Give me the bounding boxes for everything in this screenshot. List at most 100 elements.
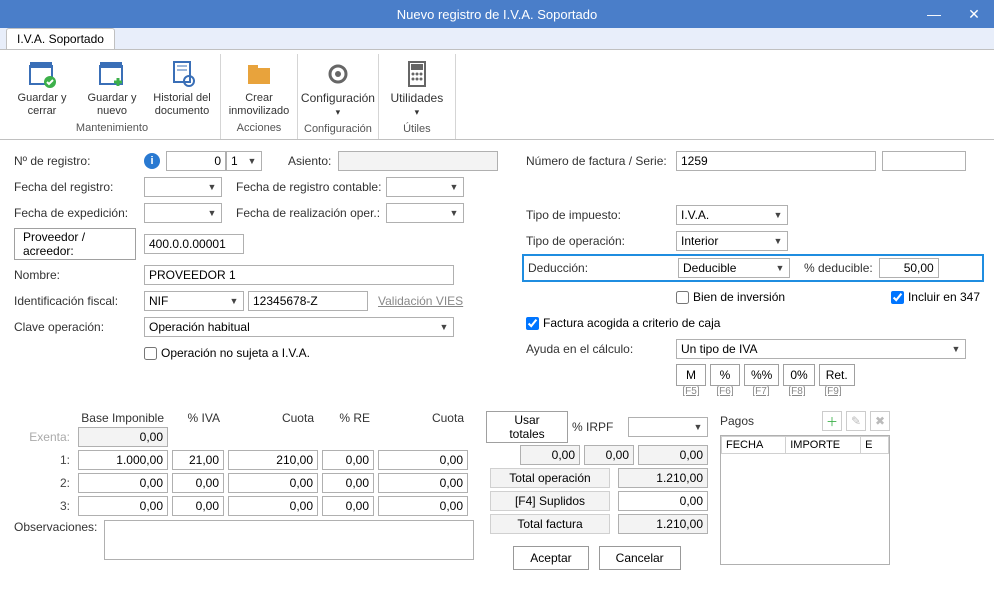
- observ-label: Observaciones:: [14, 520, 104, 534]
- document-history-icon: [166, 58, 198, 90]
- asiento-input: [338, 151, 498, 171]
- pagos-table[interactable]: FECHA IMPORTE E: [721, 436, 889, 454]
- cancelar-button[interactable]: Cancelar: [599, 546, 681, 570]
- r3-base[interactable]: [78, 496, 168, 516]
- r2-base[interactable]: [78, 473, 168, 493]
- head-cuota1: Cuota: [228, 411, 318, 425]
- aceptar-button[interactable]: Aceptar: [513, 546, 588, 570]
- info-icon[interactable]: i: [144, 153, 160, 169]
- r1-cuota2[interactable]: [378, 450, 468, 470]
- irpf-a: [520, 445, 580, 465]
- ayudacalc-combo[interactable]: Un tipo de IVA▼: [676, 339, 966, 359]
- tipoop-combo[interactable]: Interior▼: [676, 231, 788, 251]
- hint-f7: [F7]: [744, 386, 778, 397]
- save-new-button[interactable]: Guardar y nuevo: [80, 56, 144, 120]
- tipoop-label: Tipo de operación:: [526, 234, 676, 248]
- numfact-input[interactable]: [676, 151, 876, 171]
- r2-re[interactable]: [322, 473, 374, 493]
- save-close-button[interactable]: Guardar y cerrar: [10, 56, 74, 120]
- calc-m-button[interactable]: M: [676, 364, 706, 386]
- proveedor-input[interactable]: [144, 234, 244, 254]
- tab-row: I.V.A. Soportado: [0, 28, 994, 50]
- claveop-combo[interactable]: Operación habitual▼: [144, 317, 454, 337]
- r2-cuota2[interactable]: [378, 473, 468, 493]
- claveop-label: Clave operación:: [14, 320, 144, 334]
- head-iva: % IVA: [172, 411, 224, 425]
- critcaja-checkbox[interactable]: Factura acogida a criterio de caja: [526, 316, 720, 330]
- regnum-b-combo[interactable]: 1▼: [226, 151, 262, 171]
- row2-label: 2:: [14, 476, 74, 490]
- calc-zero-button[interactable]: 0%: [783, 364, 814, 386]
- calc-pctpct-button[interactable]: %%: [744, 364, 779, 386]
- r1-re[interactable]: [322, 450, 374, 470]
- r2-iva[interactable]: [172, 473, 224, 493]
- regnum-a-input[interactable]: [166, 151, 226, 171]
- nombre-label: Nombre:: [14, 268, 144, 282]
- tab-iva-soportado[interactable]: I.V.A. Soportado: [6, 28, 115, 49]
- r2-cuota1[interactable]: [228, 473, 318, 493]
- group-config-label: Configuración: [304, 121, 372, 137]
- usar-totales-button[interactable]: Usar totales: [486, 411, 568, 443]
- r1-iva[interactable]: [172, 450, 224, 470]
- totalop-value: [618, 468, 708, 488]
- r3-cuota1[interactable]: [228, 496, 318, 516]
- create-fixed-asset-button[interactable]: Crear inmovilizado: [227, 56, 291, 120]
- r3-re[interactable]: [322, 496, 374, 516]
- r3-cuota2[interactable]: [378, 496, 468, 516]
- deduccion-combo[interactable]: Deducible▼: [678, 258, 790, 278]
- calc-pct-button[interactable]: %: [710, 364, 740, 386]
- bieninv-checkbox[interactable]: Bien de inversión: [676, 290, 785, 304]
- head-base: Base Imponible: [78, 411, 168, 425]
- config-button[interactable]: Configuración▾: [306, 56, 370, 121]
- head-irpf: % IRPF: [572, 420, 624, 434]
- minimize-button[interactable]: —: [914, 0, 954, 28]
- group-maintenance-label: Mantenimiento: [10, 120, 214, 136]
- proveedor-button[interactable]: Proveedor / acreedor:: [14, 228, 136, 260]
- tipoimp-combo[interactable]: I.V.A.▼: [676, 205, 788, 225]
- titlebar: Nuevo registro de I.V.A. Soportado — ✕: [0, 0, 994, 28]
- utilities-button[interactable]: Utilidades▾: [385, 56, 449, 121]
- r1-cuota1[interactable]: [228, 450, 318, 470]
- incl347-checkbox[interactable]: Incluir en 347: [891, 290, 980, 304]
- r1-base[interactable]: [78, 450, 168, 470]
- idfiscal-type-combo[interactable]: NIF▼: [144, 291, 244, 311]
- pctded-input[interactable]: [879, 258, 939, 278]
- totalfact-label: Total factura: [490, 514, 610, 534]
- window-title: Nuevo registro de I.V.A. Soportado: [397, 7, 597, 22]
- vies-link[interactable]: Validación VIES: [378, 294, 463, 308]
- close-button[interactable]: ✕: [954, 0, 994, 28]
- fecha-reg-input[interactable]: ▼: [144, 177, 222, 197]
- pagos-delete-icon[interactable]: ✖: [870, 411, 890, 431]
- pagos-edit-icon[interactable]: ✎: [846, 411, 866, 431]
- fecha-reg-label: Fecha del registro:: [14, 180, 144, 194]
- row-exenta-label: Exenta:: [14, 430, 74, 444]
- save-new-icon: [96, 58, 128, 90]
- fecha-exp-input[interactable]: ▼: [144, 203, 222, 223]
- history-button[interactable]: Historial del documento: [150, 56, 214, 120]
- r3-iva[interactable]: [172, 496, 224, 516]
- hint-f9: [F9]: [816, 386, 850, 397]
- ayudacalc-label: Ayuda en el cálculo:: [526, 342, 676, 356]
- serie-input[interactable]: [882, 151, 966, 171]
- folder-icon: [243, 58, 275, 90]
- calc-ret-button[interactable]: Ret.: [819, 364, 855, 386]
- exenta-base: [78, 427, 168, 447]
- deduccion-label: Deducción:: [528, 261, 678, 275]
- pagos-add-icon[interactable]: ＋: [822, 411, 842, 431]
- group-actions-label: Acciones: [227, 120, 291, 136]
- idfiscal-value-input[interactable]: [248, 291, 368, 311]
- no-sujeta-checkbox[interactable]: Operación no sujeta a I.V.A.: [144, 346, 310, 360]
- suplidos-value[interactable]: [618, 491, 708, 511]
- fecha-reg-cont-input[interactable]: ▼: [386, 177, 464, 197]
- totalfact-value: [618, 514, 708, 534]
- fecha-real-input[interactable]: ▼: [386, 203, 464, 223]
- observ-textarea[interactable]: [104, 520, 474, 560]
- hint-f6: [F6]: [710, 386, 740, 397]
- nombre-input[interactable]: [144, 265, 454, 285]
- hint-f8: [F8]: [782, 386, 812, 397]
- fecha-reg-cont-label: Fecha de registro contable:: [236, 180, 386, 194]
- pctded-label: % deducible:: [804, 261, 873, 275]
- irpf-combo[interactable]: ▼: [628, 417, 708, 437]
- idfiscal-label: Identificación fiscal:: [14, 294, 144, 308]
- suplidos-label[interactable]: [F4] Suplidos: [490, 491, 610, 511]
